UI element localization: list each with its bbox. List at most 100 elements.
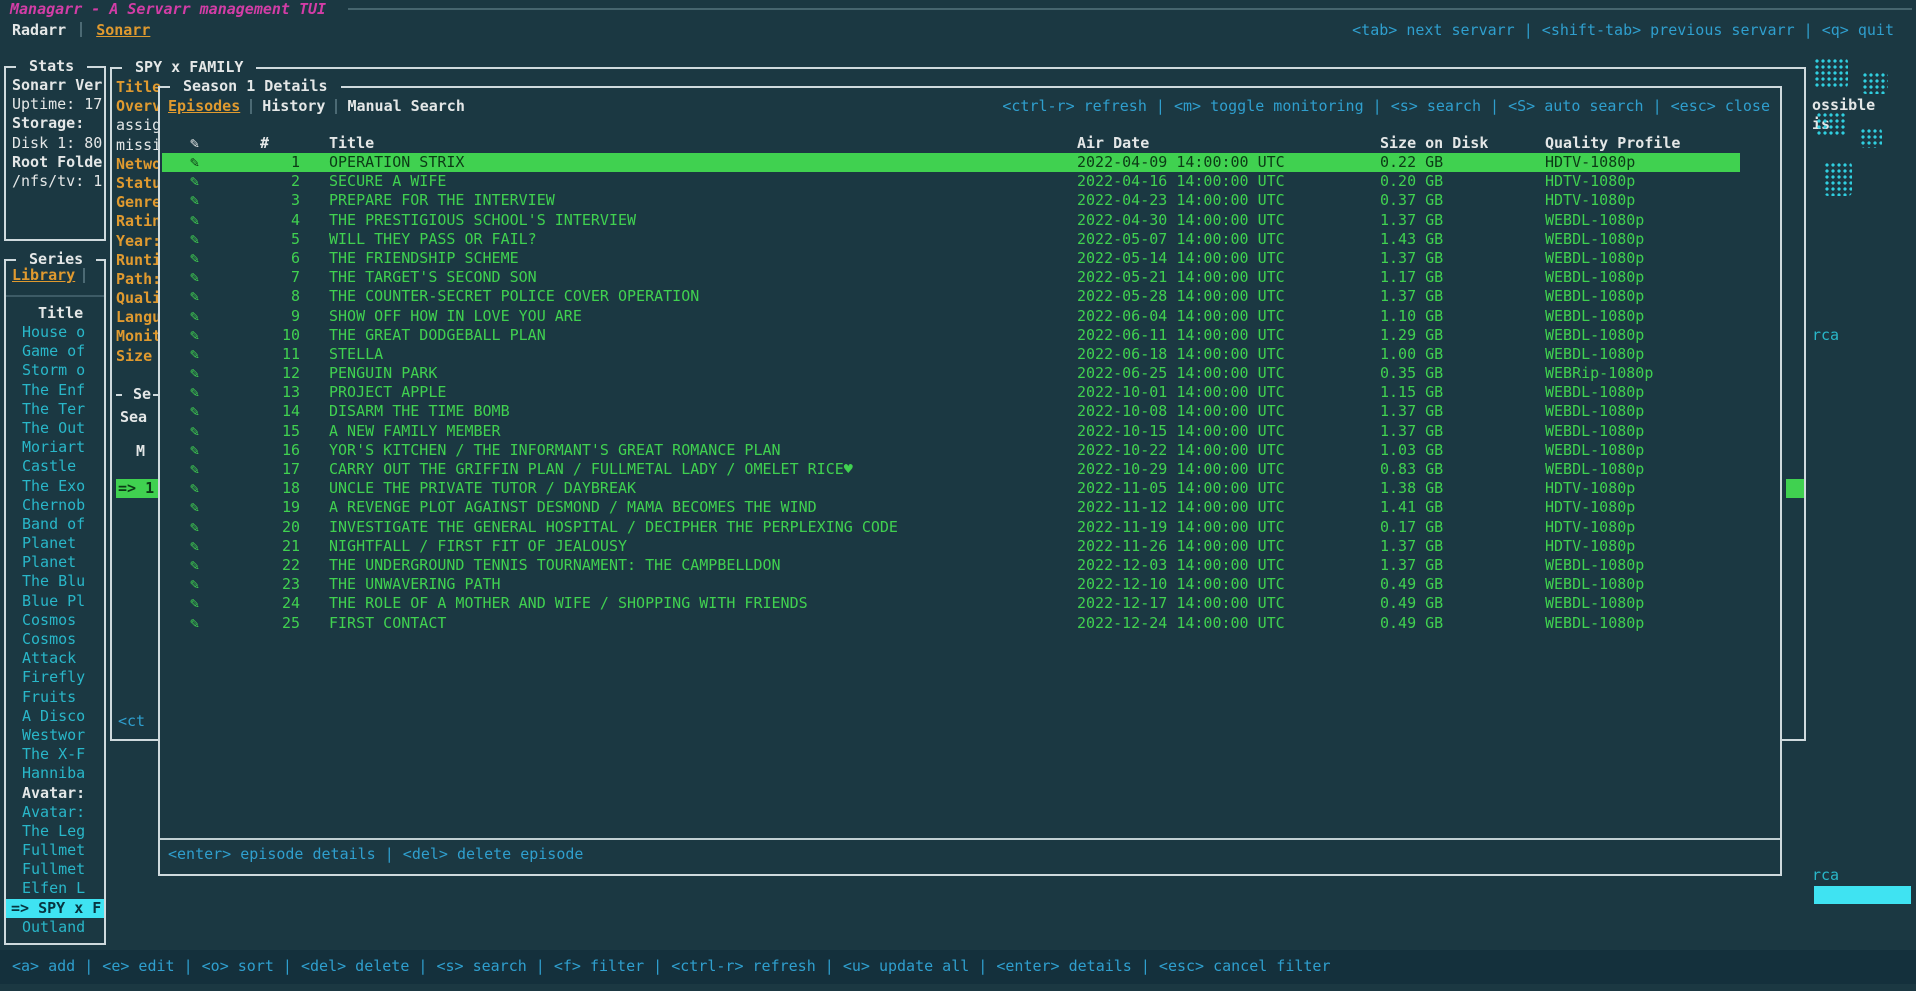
episode-row[interactable]: ✎ 24 THE ROLE OF A MOTHER AND WIFE / SHO… [162, 594, 1740, 613]
episode-number: 14 [256, 402, 300, 421]
tab-sonarr[interactable]: Sonarr [96, 21, 150, 39]
episode-size: 1.43 GB [1380, 230, 1443, 249]
episode-number: 9 [256, 307, 300, 326]
episode-air-date: 2022-05-07 14:00:00 UTC [1077, 230, 1285, 249]
series-item[interactable]: A Disco [6, 707, 104, 726]
episode-quality: WEBDL-1080p [1545, 249, 1644, 268]
episode-row[interactable]: ✎ 13 PROJECT APPLE 2022-10-01 14:00:00 U… [162, 383, 1740, 402]
episode-row[interactable]: ✎ 23 THE UNWAVERING PATH 2022-12-10 14:0… [162, 575, 1740, 594]
series-item[interactable]: Avatar: [6, 784, 104, 803]
series-item[interactable]: The Leg [6, 822, 104, 841]
series-item[interactable]: Planet [6, 553, 104, 572]
series-item[interactable]: Attack [6, 649, 104, 668]
selected-season-row-fragment[interactable]: => 1 [116, 479, 158, 498]
monitored-icon: ✎ [190, 191, 199, 210]
episode-row[interactable]: ✎ 6 THE FRIENDSHIP SCHEME 2022-05-14 14:… [162, 249, 1740, 268]
monitored-icon: ✎ [190, 268, 199, 287]
episode-size: 1.37 GB [1380, 287, 1443, 306]
series-item[interactable]: Game of [6, 342, 104, 361]
episode-air-date: 2022-11-12 14:00:00 UTC [1077, 498, 1285, 517]
series-item[interactable]: The Ter [6, 400, 104, 419]
episode-row[interactable]: ✎ 11 STELLA 2022-06-18 14:00:00 UTC 1.00… [162, 345, 1740, 364]
series-item[interactable]: Cosmos [6, 611, 104, 630]
episode-row[interactable]: ✎ 18 UNCLE THE PRIVATE TUTOR / DAYBREAK … [162, 479, 1740, 498]
series-item[interactable]: The Exo [6, 477, 104, 496]
monitored-icon: ✎ [190, 402, 199, 421]
episode-air-date: 2022-10-15 14:00:00 UTC [1077, 422, 1285, 441]
series-item[interactable]: The Out [6, 419, 104, 438]
episode-size: 0.20 GB [1380, 172, 1443, 191]
episode-title: CARRY OUT THE GRIFFIN PLAN / FULLMETAL L… [329, 460, 853, 479]
episode-row[interactable]: ✎ 7 THE TARGET'S SECOND SON 2022-05-21 1… [162, 268, 1740, 287]
series-item[interactable]: Outland [6, 918, 104, 937]
series-item[interactable]: Castle [6, 457, 104, 476]
episode-row[interactable]: ✎ 1 OPERATION STRIX 2022-04-09 14:00:00 … [162, 153, 1740, 172]
tab-manual-search[interactable]: Manual Search [347, 97, 464, 115]
series-item[interactable]: Fullmet [6, 841, 104, 860]
series-item[interactable]: Chernob [6, 496, 104, 515]
series-item[interactable]: Moriart [6, 438, 104, 457]
episode-quality: WEBDL-1080p [1545, 441, 1644, 460]
episode-size: 1.37 GB [1380, 556, 1443, 575]
series-item[interactable]: Planet [6, 534, 104, 553]
episode-quality: WEBDL-1080p [1545, 307, 1644, 326]
season-details-help: <ctrl-r> refresh | <m> toggle monitoring… [1002, 96, 1770, 116]
episode-quality: WEBDL-1080p [1545, 594, 1644, 613]
series-item[interactable]: House o [6, 323, 104, 342]
episode-row[interactable]: ✎ 10 THE GREAT DODGEBALL PLAN 2022-06-11… [162, 326, 1740, 345]
series-item[interactable]: => SPY x F [6, 899, 104, 918]
stat-line: /nfs/tv: 1 [6, 172, 104, 191]
series-item[interactable]: Fullmet [6, 860, 104, 879]
series-item[interactable]: Hanniba [6, 764, 104, 783]
episode-row[interactable]: ✎ 20 INVESTIGATE THE GENERAL HOSPITAL / … [162, 518, 1740, 537]
series-item[interactable]: Fruits [6, 688, 104, 707]
episode-row[interactable]: ✎ 15 A NEW FAMILY MEMBER 2022-10-15 14:0… [162, 422, 1740, 441]
episode-number: 21 [256, 537, 300, 556]
series-item[interactable]: The Blu [6, 572, 104, 591]
series-item[interactable]: Elfen L [6, 879, 104, 898]
series-item[interactable]: Westwor [6, 726, 104, 745]
episode-quality: WEBDL-1080p [1545, 268, 1644, 287]
episode-row[interactable]: ✎ 5 WILL THEY PASS OR FAIL? 2022-05-07 1… [162, 230, 1740, 249]
episode-size: 1.10 GB [1380, 307, 1443, 326]
tab-episodes[interactable]: Episodes [168, 97, 240, 115]
episode-size: 1.37 GB [1380, 402, 1443, 421]
series-item[interactable]: Storm o [6, 361, 104, 380]
episode-row[interactable]: ✎ 14 DISARM THE TIME BOMB 2022-10-08 14:… [162, 402, 1740, 421]
series-item[interactable]: Avatar: [6, 803, 104, 822]
episode-row[interactable]: ✎ 16 YOR'S KITCHEN / THE INFORMANT'S GRE… [162, 441, 1740, 460]
episode-quality: HDTV-1080p [1545, 537, 1635, 556]
stat-line: Uptime: 17 [6, 95, 104, 114]
episode-row[interactable]: ✎ 19 A REVENGE PLOT AGAINST DESMOND / MA… [162, 498, 1740, 517]
monitored-icon: ✎ [190, 422, 199, 441]
tab-library[interactable]: Library [12, 266, 75, 284]
series-item[interactable]: The X-F [6, 745, 104, 764]
tab-radarr[interactable]: Radarr [12, 21, 66, 39]
monitored-icon: ✎ [190, 364, 199, 383]
series-item[interactable]: Firefly [6, 668, 104, 687]
episode-row[interactable]: ✎ 4 THE PRESTIGIOUS SCHOOL'S INTERVIEW 2… [162, 211, 1740, 230]
series-item[interactable]: The Enf [6, 381, 104, 400]
app-title: Managarr - A Servarr management TUI [10, 0, 326, 19]
quality-column-header: Quality Profile [1545, 134, 1680, 153]
bottom-help-bar: <a> add | <e> edit | <o> sort | <del> de… [0, 950, 1916, 984]
episode-row[interactable]: ✎ 21 NIGHTFALL / FIRST FIT OF JEALOUSY 2… [162, 537, 1740, 556]
episode-row[interactable]: ✎ 25 FIRST CONTACT 2022-12-24 14:00:00 U… [162, 614, 1740, 633]
episode-title: UNCLE THE PRIVATE TUTOR / DAYBREAK [329, 479, 636, 498]
episode-size: 1.37 GB [1380, 211, 1443, 230]
episode-row[interactable]: ✎ 12 PENGUIN PARK 2022-06-25 14:00:00 UT… [162, 364, 1740, 383]
episode-row[interactable]: ✎ 8 THE COUNTER-SECRET POLICE COVER OPER… [162, 287, 1740, 306]
episode-row[interactable]: ✎ 2 SECURE A WIFE 2022-04-16 14:00:00 UT… [162, 172, 1740, 191]
series-item[interactable]: Band of [6, 515, 104, 534]
series-item[interactable]: Cosmos [6, 630, 104, 649]
library-tabs-underline [6, 295, 104, 297]
managarr-screen: Managarr - A Servarr management TUI Rada… [0, 0, 1916, 991]
series-item[interactable]: Blue Pl [6, 592, 104, 611]
episode-row[interactable]: ✎ 3 PREPARE FOR THE INTERVIEW 2022-04-23… [162, 191, 1740, 210]
episode-title: INVESTIGATE THE GENERAL HOSPITAL / DECIP… [329, 518, 898, 537]
episode-row[interactable]: ✎ 22 THE UNDERGROUND TENNIS TOURNAMENT: … [162, 556, 1740, 575]
episode-size: 1.41 GB [1380, 498, 1443, 517]
episode-row[interactable]: ✎ 9 SHOW OFF HOW IN LOVE YOU ARE 2022-06… [162, 307, 1740, 326]
episode-row[interactable]: ✎ 17 CARRY OUT THE GRIFFIN PLAN / FULLME… [162, 460, 1740, 479]
tab-history[interactable]: History [262, 97, 325, 115]
